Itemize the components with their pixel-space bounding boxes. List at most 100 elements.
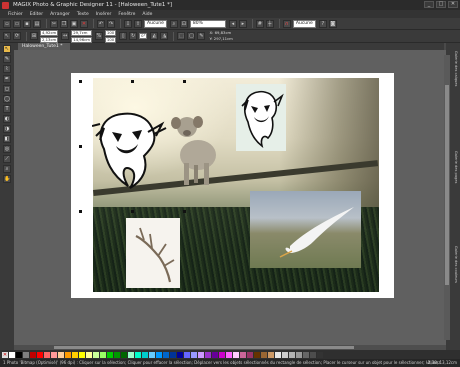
color-swatch[interactable] — [149, 351, 155, 358]
snap-select[interactable]: Aucune — [292, 19, 316, 28]
menu-aide[interactable]: Aide — [142, 12, 152, 17]
color-swatch[interactable] — [233, 351, 239, 358]
reference-point-icon[interactable]: ⊞ — [30, 32, 38, 40]
color-swatch[interactable] — [23, 351, 29, 358]
transparency-tool-icon[interactable]: ◑ — [3, 125, 11, 133]
color-swatch[interactable] — [296, 351, 302, 358]
color-swatch[interactable] — [282, 351, 288, 358]
color-swatch[interactable] — [191, 351, 197, 358]
brush-tool-icon[interactable]: ⌇ — [3, 65, 11, 73]
maximize-button[interactable]: □ — [436, 1, 446, 8]
color-swatch[interactable] — [135, 351, 141, 358]
vertical-scrollbar[interactable] — [444, 55, 450, 340]
shape-tool-icon[interactable]: ◻ — [3, 85, 11, 93]
show-handles-icon[interactable]: ⬚ — [177, 32, 186, 40]
color-swatch[interactable] — [44, 351, 50, 358]
save-icon[interactable]: ▪ — [23, 19, 31, 28]
y-position-field[interactable]: 2,13cm — [40, 36, 59, 43]
zoom-tool-icon[interactable]: ⌕ — [3, 165, 11, 173]
menu-arranger[interactable]: Arranger — [50, 12, 70, 17]
color-swatch[interactable] — [198, 351, 204, 358]
color-swatch[interactable] — [184, 351, 190, 358]
selector-mode-icon[interactable]: ↖ — [3, 32, 11, 40]
minimize-button[interactable]: _ — [424, 1, 434, 8]
color-swatch[interactable] — [310, 351, 316, 358]
color-swatch[interactable] — [86, 351, 92, 358]
color-swatch[interactable] — [226, 351, 232, 358]
rotate-mode-icon[interactable]: ⟳ — [13, 32, 21, 40]
selection-handle[interactable] — [79, 80, 82, 83]
close-button[interactable]: ✕ — [448, 1, 458, 8]
color-swatch[interactable] — [142, 351, 148, 358]
push-tool-icon[interactable]: ✋ — [3, 175, 11, 183]
color-swatch[interactable] — [51, 351, 57, 358]
color-swatch[interactable] — [107, 351, 113, 358]
color-swatch[interactable] — [205, 351, 211, 358]
zoom-icon[interactable]: ⌕ — [169, 19, 178, 28]
undo-icon[interactable]: ↶ — [97, 19, 105, 28]
contour-tool-icon[interactable]: ◎ — [3, 145, 11, 153]
color-swatch[interactable] — [37, 351, 43, 358]
color-swatch[interactable] — [240, 351, 246, 358]
color-swatch[interactable] — [156, 351, 162, 358]
snap-magnet-icon[interactable]: ∩ — [282, 19, 291, 28]
color-swatch[interactable] — [16, 351, 22, 358]
color-swatch[interactable] — [275, 351, 281, 358]
pen-tool-icon[interactable]: ✒ — [3, 75, 11, 83]
ghost-drawing-left[interactable] — [92, 104, 172, 192]
antler-photo[interactable] — [126, 218, 180, 288]
color-swatch[interactable] — [79, 351, 85, 358]
shadow-tool-icon[interactable]: ◧ — [3, 135, 11, 143]
selection-handle[interactable] — [131, 80, 134, 83]
guides-icon[interactable]: ┼ — [265, 19, 274, 28]
color-swatch[interactable] — [58, 351, 64, 358]
cut-icon[interactable]: ✂ — [50, 19, 58, 28]
color-swatch[interactable] — [303, 351, 309, 358]
zoom-select[interactable]: 80% — [189, 19, 226, 28]
fill-tool-icon[interactable]: ◐ — [3, 115, 11, 123]
selection-handle[interactable] — [79, 145, 82, 148]
height-field[interactable]: 14,96cm — [71, 36, 92, 43]
vertical-scroll-thumb[interactable] — [445, 85, 449, 285]
new-document-icon[interactable]: ▫ — [3, 19, 11, 28]
color-swatch[interactable] — [219, 351, 225, 358]
copy-icon[interactable]: ❐ — [60, 19, 68, 28]
scale-width-field[interactable]: 100 — [104, 29, 117, 36]
delete-icon[interactable]: ✕ — [80, 19, 88, 28]
color-swatch[interactable] — [128, 351, 134, 358]
tag-icon[interactable]: ✎ — [197, 32, 206, 40]
color-swatch[interactable] — [212, 351, 218, 358]
color-swatch[interactable] — [100, 351, 106, 358]
color-swatch[interactable] — [177, 351, 183, 358]
selection-handle[interactable] — [183, 80, 186, 83]
flip-horizontal-icon[interactable]: ◭ — [150, 32, 159, 40]
help-icon[interactable]: ? — [318, 19, 327, 28]
dog-image[interactable] — [170, 113, 225, 188]
open-folder-icon[interactable]: ▭ — [13, 19, 21, 28]
selection-handle[interactable] — [79, 210, 82, 213]
color-swatch[interactable] — [317, 351, 323, 358]
color-swatch[interactable] — [65, 351, 71, 358]
color-swatch[interactable] — [170, 351, 176, 358]
width-field[interactable]: 29,7cm — [71, 29, 92, 36]
color-swatch[interactable] — [261, 351, 267, 358]
grid-icon[interactable]: # — [255, 19, 264, 28]
ellipse-tool-icon[interactable]: ◯ — [3, 95, 11, 103]
selection-handle[interactable] — [131, 210, 134, 213]
text-tool-icon[interactable]: T — [3, 105, 11, 113]
color-swatch[interactable] — [72, 351, 78, 358]
flip-vertical-icon[interactable]: ◮ — [160, 32, 169, 40]
paste-icon[interactable]: ▣ — [70, 19, 78, 28]
menu-inserer[interactable]: Insérer — [96, 12, 112, 17]
color-swatch[interactable] — [289, 351, 295, 358]
color-swatch[interactable] — [30, 351, 36, 358]
menu-fichier[interactable]: Fichier — [8, 12, 23, 17]
lock-aspect-icon[interactable]: ▯ — [119, 32, 128, 40]
selection-handle[interactable] — [183, 210, 186, 213]
document-tab[interactable]: Haloween_Tute1 * — [18, 43, 71, 50]
color-swatch[interactable] — [9, 351, 15, 358]
selector-tool-icon[interactable]: ↖ — [3, 45, 11, 53]
color-swatch[interactable] — [114, 351, 120, 358]
menu-editer[interactable]: Editer — [30, 12, 43, 17]
rotation-angle-field[interactable]: 0° — [139, 33, 148, 39]
